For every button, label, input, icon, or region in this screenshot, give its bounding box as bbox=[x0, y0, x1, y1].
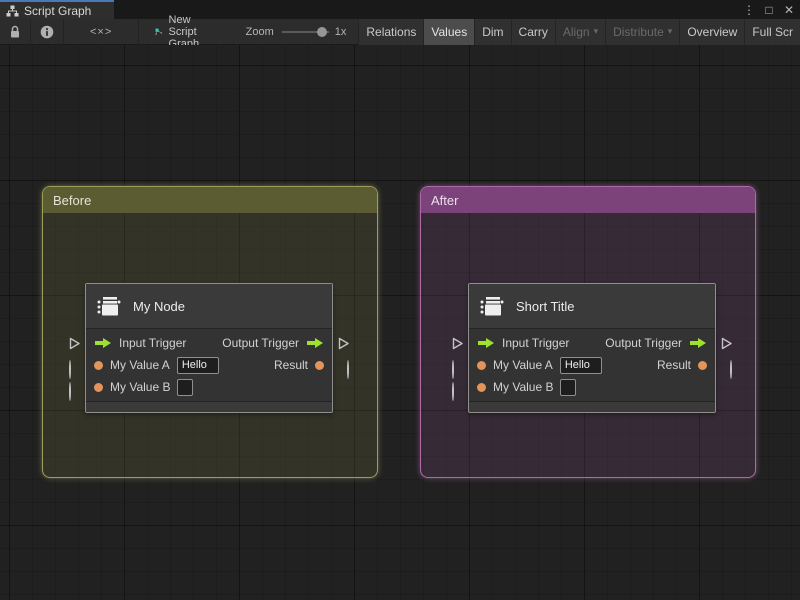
full-screen-button[interactable]: Full Scr bbox=[744, 18, 800, 45]
code-preview-icon[interactable]: <×> bbox=[64, 26, 138, 38]
align-button[interactable]: Align ▾ bbox=[554, 18, 606, 45]
carry-button[interactable]: Carry bbox=[510, 18, 555, 45]
window-controls: ⋮ □ ✕ bbox=[742, 0, 796, 19]
value-a-input[interactable] bbox=[559, 356, 602, 374]
node-footer bbox=[86, 401, 332, 412]
close-icon[interactable]: ✕ bbox=[782, 3, 796, 17]
value-a-label: My Value A bbox=[110, 358, 170, 372]
value-in-port-icon[interactable] bbox=[477, 360, 486, 370]
maximize-icon[interactable]: □ bbox=[762, 3, 776, 17]
node-title: Short Title bbox=[516, 298, 575, 314]
value-out-port-icon[interactable] bbox=[315, 360, 324, 370]
trigger-in-port-icon[interactable] bbox=[477, 337, 495, 349]
zoom-value: 1x bbox=[334, 25, 347, 38]
tab-bar: Script Graph ⋮ □ ✕ bbox=[0, 0, 800, 19]
external-value-a-port[interactable] bbox=[69, 360, 71, 379]
graph-node-icon bbox=[155, 28, 163, 35]
tab-script-graph[interactable]: Script Graph bbox=[0, 0, 114, 19]
value-in-port-icon[interactable] bbox=[94, 360, 103, 370]
values-label: Values bbox=[431, 24, 468, 39]
value-a-row: My Value A Result bbox=[86, 354, 332, 376]
group-after-label: After bbox=[431, 192, 459, 208]
value-a-row: My Value A Result bbox=[469, 354, 715, 376]
value-b-row: My Value B bbox=[86, 376, 332, 398]
group-before-header[interactable]: Before bbox=[43, 187, 377, 213]
external-value-b-port[interactable] bbox=[452, 382, 454, 401]
trigger-out-port-icon[interactable] bbox=[306, 337, 324, 349]
unit-icon bbox=[480, 297, 504, 316]
tab-title: Script Graph bbox=[24, 3, 92, 18]
unit-icon bbox=[97, 297, 121, 316]
distribute-label: Distribute bbox=[613, 24, 664, 39]
active-tab-accent bbox=[0, 0, 114, 2]
input-trigger-label: Input Trigger bbox=[502, 336, 570, 350]
script-graph-window: Script Graph ⋮ □ ✕ <×> New Script Graph … bbox=[0, 0, 800, 600]
result-label: Result bbox=[273, 358, 308, 372]
distribute-button[interactable]: Distribute ▾ bbox=[605, 18, 680, 45]
group-before-label: Before bbox=[53, 192, 92, 208]
result-label: Result bbox=[656, 358, 691, 372]
node-short-title[interactable]: Short Title Input Trigger Output Trigger… bbox=[452, 283, 732, 413]
node-footer bbox=[469, 401, 715, 412]
zoom-slider[interactable] bbox=[281, 26, 329, 38]
external-trigger-out-port[interactable] bbox=[720, 337, 733, 355]
input-trigger-label: Input Trigger bbox=[119, 336, 187, 350]
node-body: Input Trigger Output Trigger My Value A … bbox=[86, 329, 332, 398]
relations-button[interactable]: Relations bbox=[358, 18, 424, 45]
external-trigger-in-port[interactable] bbox=[68, 337, 81, 355]
value-out-port-icon[interactable] bbox=[698, 360, 707, 370]
value-a-input[interactable] bbox=[176, 356, 219, 374]
zoom-label: Zoom bbox=[245, 25, 274, 38]
graph-canvas[interactable]: Before After My Node Input Trigger Outpu… bbox=[0, 45, 800, 600]
lock-icon[interactable] bbox=[0, 19, 30, 45]
toolbar-buttons: Relations Values Dim Carry Align ▾ Distri… bbox=[358, 18, 800, 45]
external-value-b-port[interactable] bbox=[69, 382, 71, 401]
trigger-row: Input Trigger Output Trigger bbox=[86, 332, 332, 354]
full-screen-label: Full Scr bbox=[752, 24, 793, 39]
node-my-node[interactable]: My Node Input Trigger Output Trigger My … bbox=[69, 283, 349, 413]
overview-button[interactable]: Overview bbox=[679, 18, 745, 45]
align-label: Align bbox=[562, 24, 590, 39]
value-in-port-icon[interactable] bbox=[477, 382, 486, 392]
values-button[interactable]: Values bbox=[423, 18, 475, 45]
external-result-port[interactable] bbox=[730, 360, 732, 379]
trigger-row: Input Trigger Output Trigger bbox=[469, 332, 715, 354]
info-icon[interactable] bbox=[31, 19, 63, 45]
trigger-out-port-icon[interactable] bbox=[689, 337, 707, 349]
node-my-node-header[interactable]: My Node bbox=[86, 284, 332, 329]
value-b-input[interactable] bbox=[177, 378, 194, 396]
dim-label: Dim bbox=[482, 24, 504, 39]
value-b-row: My Value B bbox=[469, 376, 715, 398]
hierarchy-icon bbox=[6, 5, 19, 16]
value-b-input[interactable] bbox=[560, 378, 577, 396]
node-title: My Node bbox=[133, 298, 186, 314]
carry-label: Carry bbox=[518, 24, 548, 39]
chevron-down-icon: ▾ bbox=[667, 26, 673, 36]
group-after-header[interactable]: After bbox=[421, 187, 755, 213]
external-trigger-out-port[interactable] bbox=[337, 337, 350, 355]
value-a-label: My Value A bbox=[493, 358, 553, 372]
value-in-port-icon[interactable] bbox=[94, 382, 103, 392]
external-result-port[interactable] bbox=[347, 360, 349, 379]
node-body: Input Trigger Output Trigger My Value A … bbox=[469, 329, 715, 398]
value-b-label: My Value B bbox=[110, 380, 171, 394]
external-value-a-port[interactable] bbox=[452, 360, 454, 379]
chevron-down-icon: ▾ bbox=[593, 26, 599, 36]
output-trigger-label: Output Trigger bbox=[605, 336, 682, 350]
relations-label: Relations bbox=[366, 24, 417, 39]
value-b-label: My Value B bbox=[493, 380, 554, 394]
trigger-in-port-icon[interactable] bbox=[94, 337, 112, 349]
node-short-title-header[interactable]: Short Title bbox=[469, 284, 715, 329]
overview-label: Overview bbox=[687, 24, 738, 39]
menu-icon[interactable]: ⋮ bbox=[742, 3, 756, 17]
output-trigger-label: Output Trigger bbox=[222, 336, 299, 350]
dim-button[interactable]: Dim bbox=[474, 18, 511, 45]
graph-toolbar: <×> New Script Graph Zoom 1x Relations V… bbox=[0, 14, 800, 50]
zoom-slider-handle[interactable] bbox=[316, 26, 327, 37]
external-trigger-in-port[interactable] bbox=[451, 337, 464, 355]
